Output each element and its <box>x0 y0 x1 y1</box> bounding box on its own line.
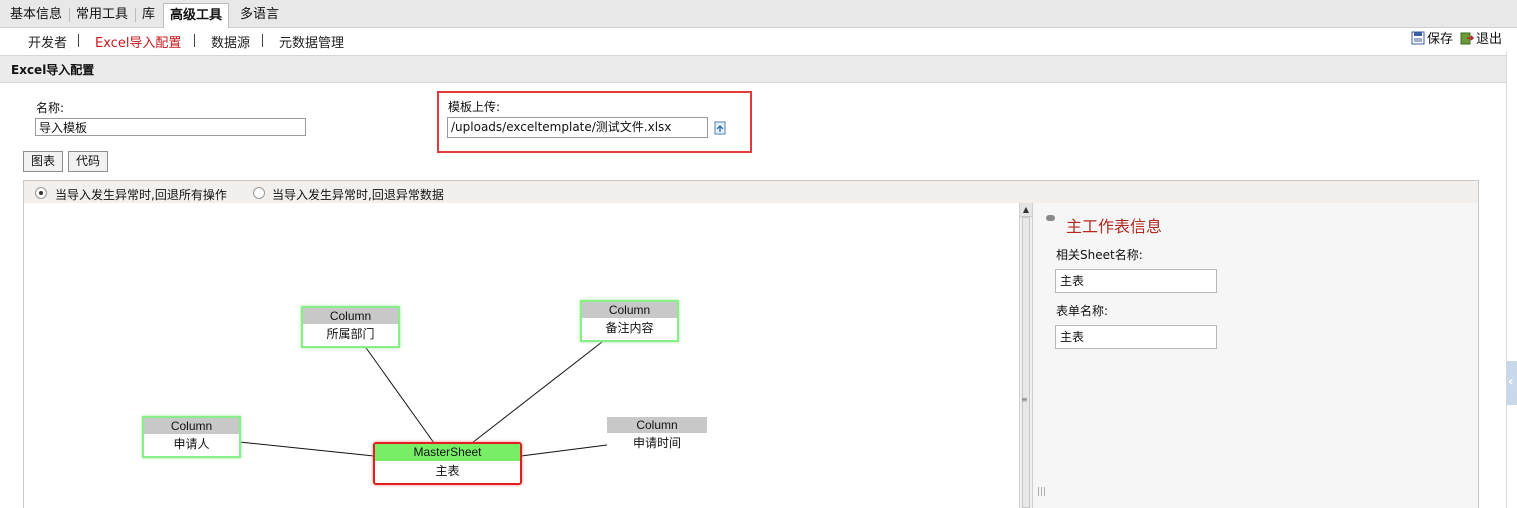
node-header: Column <box>303 308 398 324</box>
tab-library[interactable]: 库 <box>136 3 161 26</box>
node-header: Column <box>144 418 239 434</box>
tab-advanced-tools[interactable]: 高级工具 <box>163 3 230 28</box>
column-node-remark[interactable]: Column 备注内容 <box>580 300 679 342</box>
edge-dept-master <box>363 344 435 444</box>
diagram-canvas[interactable]: Column 所属部门 Column 备注内容 Column 申请人 Colum… <box>24 203 1019 508</box>
code-view-button[interactable]: 代码 <box>68 151 109 172</box>
option-bar <box>24 181 1478 203</box>
diagram-scrollbar[interactable]: ▲ ≡ <box>1019 203 1033 508</box>
radio-rollback-error[interactable] <box>253 187 265 199</box>
subnav-datasource[interactable]: 数据源 <box>211 32 250 51</box>
save-icon <box>1411 31 1425 44</box>
node-header: Column <box>582 302 677 318</box>
subnav-developer[interactable]: 开发者 <box>28 32 67 51</box>
edge-remark-master <box>471 341 603 444</box>
node-label: 主表 <box>435 464 460 478</box>
top-tab-bar: 基本信息 常用工具 库 高级工具 多语言 <box>0 0 1517 28</box>
radio-rollback-error-label: 当导入发生异常时,回退异常数据 <box>272 188 444 202</box>
subnav-metadata[interactable]: 元数据管理 <box>279 32 344 51</box>
save-label: 保存 <box>1427 32 1454 47</box>
node-header: MasterSheet <box>375 444 520 461</box>
column-node-time[interactable]: Column 申请时间 <box>607 417 707 455</box>
node-label: 申请人 <box>173 437 210 451</box>
exit-icon <box>1460 32 1474 44</box>
properties-panel: 主工作表信息 相关Sheet名称: 主表 表单名称: 主表 ||| <box>1033 203 1478 508</box>
page-title: Excel导入配置 <box>11 63 95 77</box>
save-button[interactable]: 保存 <box>1411 28 1453 47</box>
sheet-name-label: 相关Sheet名称: <box>1056 248 1143 262</box>
radio-rollback-all[interactable] <box>35 187 47 199</box>
scroll-grip-icon: ≡ <box>1021 395 1028 404</box>
sheet-name-input[interactable]: 主表 <box>1055 269 1217 293</box>
form-name-label: 表单名称: <box>1056 304 1109 318</box>
name-input[interactable]: 导入模板 <box>35 118 306 136</box>
tab-basic-info[interactable]: 基本信息 <box>4 3 68 26</box>
node-label: 申请时间 <box>632 436 681 450</box>
scroll-up-arrow[interactable]: ▲ <box>1020 203 1032 217</box>
scroll-thumb[interactable] <box>1022 217 1030 508</box>
master-sheet-node[interactable]: MasterSheet 主表 <box>373 442 522 485</box>
upload-label: 模板上传: <box>448 100 501 114</box>
collapse-icon[interactable] <box>1046 215 1055 221</box>
upload-icon[interactable] <box>712 120 728 136</box>
right-border <box>1506 52 1507 508</box>
section-header: Excel导入配置 <box>0 55 1506 83</box>
resize-grip-icon[interactable]: ||| <box>1037 487 1046 497</box>
form-name-input[interactable]: 主表 <box>1055 325 1217 349</box>
edge-time-master <box>520 444 608 457</box>
subnav-divider <box>194 34 195 47</box>
subnav-divider <box>78 34 79 47</box>
tab-common-tools[interactable]: 常用工具 <box>70 3 134 26</box>
edge-applicant-master <box>238 441 375 457</box>
subnav-divider <box>262 34 263 47</box>
properties-title: 主工作表信息 <box>1066 217 1163 236</box>
column-node-applicant[interactable]: Column 申请人 <box>142 416 241 458</box>
node-header: Column <box>607 417 707 433</box>
chart-view-button[interactable]: 图表 <box>23 151 64 172</box>
name-label: 名称: <box>36 101 65 115</box>
radio-rollback-all-label: 当导入发生异常时,回退所有操作 <box>55 188 227 202</box>
subnav-excel-import[interactable]: Excel导入配置 <box>95 32 181 51</box>
exit-button[interactable]: 退出 <box>1460 28 1502 47</box>
sub-nav: 开发者 Excel导入配置 数据源 元数据管理 <box>0 28 1517 52</box>
exit-label: 退出 <box>1476 32 1503 47</box>
node-label: 所属部门 <box>326 327 375 341</box>
side-collapse-handle[interactable]: ‹ <box>1507 361 1517 405</box>
upload-path-input[interactable]: /uploads/exceltemplate/测试文件.xlsx <box>447 117 708 138</box>
tab-multi-language[interactable]: 多语言 <box>234 3 285 26</box>
column-node-dept[interactable]: Column 所属部门 <box>301 306 400 348</box>
node-label: 备注内容 <box>605 321 654 335</box>
chevron-left-icon: ‹ <box>1508 374 1514 390</box>
